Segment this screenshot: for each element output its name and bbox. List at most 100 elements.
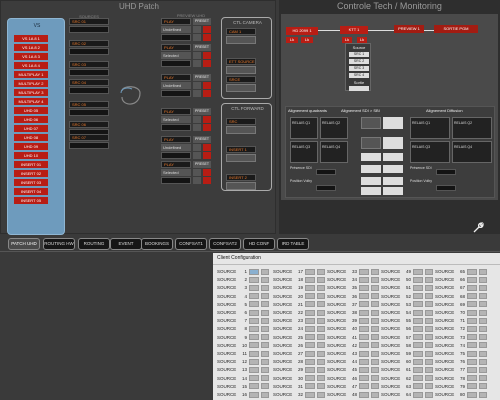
source-input-a[interactable]	[413, 284, 423, 291]
source-input-b[interactable]	[425, 284, 433, 291]
vs-list-item[interactable]: VS 1A 8 2	[14, 44, 48, 51]
ab-toggle[interactable]	[193, 116, 201, 123]
source-input-b[interactable]	[479, 268, 487, 275]
source-input-b[interactable]	[425, 293, 433, 300]
source-input-a[interactable]	[467, 317, 477, 324]
source-input-a[interactable]	[249, 317, 259, 324]
ctl-cam-src-1[interactable]: CAM 1	[226, 28, 256, 35]
source-input-b[interactable]	[371, 309, 379, 316]
source-input-b[interactable]	[317, 342, 325, 349]
source-input-a[interactable]	[305, 366, 315, 373]
source-input-b[interactable]	[479, 309, 487, 316]
source-input-b[interactable]	[371, 383, 379, 390]
source-input-b[interactable]	[479, 301, 487, 308]
source-input-b[interactable]	[261, 284, 269, 291]
source-input-b[interactable]	[317, 391, 325, 398]
source-input-a[interactable]	[359, 293, 369, 300]
source-input-a[interactable]	[413, 366, 423, 373]
source-input-a[interactable]	[249, 325, 259, 332]
node-ktt[interactable]: KTT 1	[340, 26, 368, 34]
source-input-a[interactable]	[413, 301, 423, 308]
source-input-b[interactable]	[371, 293, 379, 300]
tab-patch-uhd[interactable]: PATCH UHD	[8, 238, 40, 250]
source-input-a[interactable]	[305, 334, 315, 341]
source-input-a[interactable]	[249, 358, 259, 365]
sortie-box[interactable]	[349, 86, 369, 91]
source-input-b[interactable]	[261, 317, 269, 324]
preview-play-button[interactable]: PLAY	[161, 74, 191, 81]
rec-toggle-2[interactable]	[203, 60, 211, 67]
source-input-a[interactable]	[249, 276, 259, 283]
source-input-a[interactable]	[305, 342, 315, 349]
source-input-a[interactable]	[359, 284, 369, 291]
source-input-b[interactable]	[261, 383, 269, 390]
source-input-b[interactable]	[479, 276, 487, 283]
source-input-a[interactable]	[305, 317, 315, 324]
ctl-fwd-src-2[interactable]: INSERT 1	[226, 146, 256, 153]
source-input-b[interactable]	[479, 284, 487, 291]
source-button[interactable]: SRC 07	[69, 134, 109, 141]
source-input-b[interactable]	[317, 276, 325, 283]
tab-event[interactable]: EVENT	[110, 238, 142, 250]
ab-toggle-2[interactable]	[193, 34, 201, 41]
source-input-b[interactable]	[261, 301, 269, 308]
source-input-b[interactable]	[317, 383, 325, 390]
source-input-a[interactable]	[305, 350, 315, 357]
source-input-a[interactable]	[359, 309, 369, 316]
source-input-a[interactable]	[249, 301, 259, 308]
vs-list-item[interactable]: VS 1A 8 1	[14, 35, 48, 42]
source-input-b[interactable]	[371, 325, 379, 332]
source-input-b[interactable]	[317, 309, 325, 316]
source-input-a[interactable]	[305, 375, 315, 382]
source-input-a[interactable]	[359, 375, 369, 382]
source-input-a[interactable]	[359, 301, 369, 308]
rec-toggle-2[interactable]	[203, 34, 211, 41]
source-input-a[interactable]	[359, 276, 369, 283]
tab-routing[interactable]: ROUTING	[78, 238, 110, 250]
source-input-b[interactable]	[425, 358, 433, 365]
source-input-b[interactable]	[479, 342, 487, 349]
source-input-a[interactable]	[413, 350, 423, 357]
source-input-b[interactable]	[261, 342, 269, 349]
source-input-b[interactable]	[425, 366, 433, 373]
source-button[interactable]: SRC 03	[69, 61, 109, 68]
source-button[interactable]: SRC 06	[69, 121, 109, 128]
vs-list-item[interactable]: MULTIPLAY 2	[14, 80, 48, 87]
rec-toggle[interactable]	[203, 82, 211, 89]
source-button[interactable]: SRC 04	[69, 79, 109, 86]
preview-play-button[interactable]: PLAY	[161, 161, 191, 168]
source-input-b[interactable]	[371, 342, 379, 349]
source-input-a[interactable]	[467, 284, 477, 291]
quad-a-2[interactable]: RELAIS Q2	[320, 117, 348, 139]
quad-a-3[interactable]: RELAIS Q3	[290, 141, 318, 163]
source-input-a[interactable]	[467, 358, 477, 365]
tab-confsat1[interactable]: CONFSAT1	[175, 238, 207, 250]
source-input-b[interactable]	[261, 334, 269, 341]
source-input-b[interactable]	[479, 358, 487, 365]
tab-ird-table[interactable]: IRD TABLE	[277, 238, 309, 250]
source-input-a[interactable]	[249, 350, 259, 357]
source-input-b[interactable]	[317, 284, 325, 291]
rec-toggle-2[interactable]	[203, 177, 211, 184]
source-input-a[interactable]	[305, 358, 315, 365]
vs-list-item[interactable]: UHD 05	[14, 107, 48, 114]
preview-play-button[interactable]: PLAY	[161, 18, 191, 25]
source-input-a[interactable]	[467, 342, 477, 349]
source-input-b[interactable]	[479, 350, 487, 357]
vs-list-item[interactable]: INSERT 02	[14, 170, 48, 177]
source-item-1[interactable]: SRC 1	[349, 52, 369, 57]
tab-hd-conf[interactable]: HD CONF	[243, 238, 275, 250]
ab-toggle[interactable]	[193, 144, 201, 151]
source-input-b[interactable]	[261, 293, 269, 300]
source-input-a[interactable]	[413, 309, 423, 316]
source-input-b[interactable]	[317, 317, 325, 324]
source-input-a[interactable]	[249, 383, 259, 390]
source-input-b[interactable]	[425, 391, 433, 398]
source-input-b[interactable]	[425, 309, 433, 316]
source-input-b[interactable]	[371, 366, 379, 373]
source-input-b[interactable]	[261, 350, 269, 357]
vs-list-item[interactable]: UHD 10	[14, 152, 48, 159]
source-input-a[interactable]	[467, 350, 477, 357]
ab-toggle[interactable]	[193, 82, 201, 89]
quad-b-1[interactable]: RELAIS Q1	[410, 117, 450, 139]
